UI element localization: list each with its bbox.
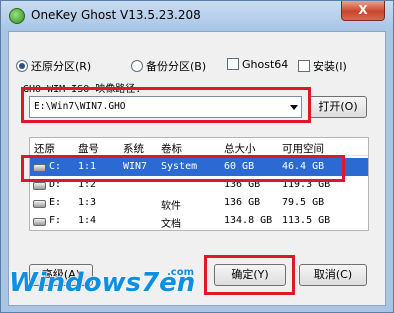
drive-icon xyxy=(33,200,46,208)
ok-highlight-box xyxy=(204,255,295,295)
ghost64-option[interactable]: Ghost64 xyxy=(227,58,288,74)
cell-free: 113.5 GB xyxy=(282,215,331,226)
cell-label: 文档 xyxy=(161,219,181,230)
cell-free: 79.5 GB xyxy=(282,197,325,208)
watermark-domain: .com xyxy=(167,267,194,278)
cell-drive: F: xyxy=(49,215,62,226)
ghost64-label: Ghost64 xyxy=(242,58,289,71)
cell-num: 1:3 xyxy=(78,197,97,208)
col-free[interactable]: 可用空间 xyxy=(282,141,324,156)
row-highlight-box xyxy=(21,155,345,182)
col-label[interactable]: 卷标 xyxy=(161,141,182,156)
restore-option[interactable]: 还原分区(R) xyxy=(16,58,91,74)
install-label: 安装(I) xyxy=(313,60,347,73)
window-title: OneKey Ghost V13.5.23.208 xyxy=(31,8,201,22)
cell-drive: E: xyxy=(49,197,62,208)
cell-num: 1:4 xyxy=(78,215,97,226)
windows7en-watermark: Windows7en .com xyxy=(8,267,196,299)
col-disk[interactable]: 盘号 xyxy=(78,141,99,156)
restore-label: 还原分区(R) xyxy=(31,60,92,73)
cell-label: 软件 xyxy=(161,201,181,212)
backup-option[interactable]: 备份分区(B) xyxy=(131,58,206,74)
install-checkbox[interactable] xyxy=(298,60,310,72)
col-restore[interactable]: 还原 xyxy=(34,141,55,156)
app-icon xyxy=(9,8,25,24)
open-button[interactable]: 打开(O) xyxy=(309,96,367,118)
col-system[interactable]: 系统 xyxy=(123,141,144,156)
backup-label: 备份分区(B) xyxy=(146,60,207,73)
table-header: 还原 盘号 系统 卷标 总大小 可用空间 xyxy=(30,138,368,156)
cell-total: 136 GB xyxy=(224,197,261,208)
table-row[interactable]: F: 1:4 文档 134.8 GB 113.5 GB xyxy=(30,212,368,230)
col-total[interactable]: 总大小 xyxy=(224,141,256,156)
title-bar[interactable]: OneKey Ghost V13.5.23.208 X xyxy=(1,1,393,31)
install-option[interactable]: 安装(I) xyxy=(298,58,347,74)
backup-radio[interactable] xyxy=(131,60,143,72)
drive-icon xyxy=(33,218,46,226)
restore-radio[interactable] xyxy=(16,60,28,72)
partition-table[interactable]: 还原 盘号 系统 卷标 总大小 可用空间 C: 1:1 WIN7 System … xyxy=(29,137,369,231)
cancel-button[interactable]: 取消(C) xyxy=(299,264,367,286)
path-highlight-box xyxy=(21,87,311,123)
table-row[interactable]: E: 1:3 软件 136 GB 79.5 GB xyxy=(30,194,368,212)
cell-total: 134.8 GB xyxy=(224,215,273,226)
close-button[interactable]: X xyxy=(341,1,385,21)
ghost64-checkbox[interactable] xyxy=(227,58,239,70)
drive-icon xyxy=(33,182,46,190)
app-window: OneKey Ghost V13.5.23.208 X 还原分区(R) 备份分区… xyxy=(0,0,394,313)
